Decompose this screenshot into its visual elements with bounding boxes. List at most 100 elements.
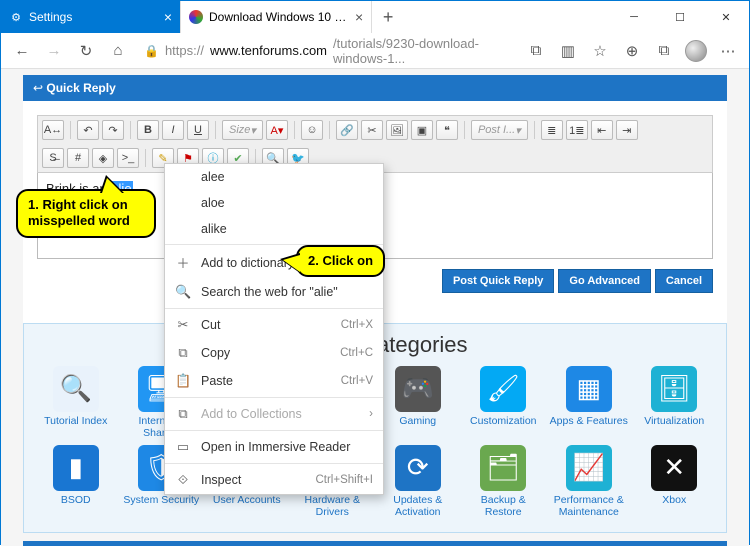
olist-icon[interactable]: 1≣ — [566, 120, 588, 140]
url-field[interactable]: 🔒 https://www.tenforums.com/tutorials/92… — [135, 37, 519, 65]
font-color-button[interactable]: A▾ — [266, 120, 288, 140]
video-icon[interactable]: ▣ — [411, 120, 433, 140]
go-advanced-button[interactable]: Go Advanced — [558, 269, 651, 293]
category-item[interactable]: 🖌Customization — [464, 366, 544, 439]
tab-settings[interactable]: ⚙ Settings × — [1, 1, 181, 33]
url-domain: www.tenforums.com — [210, 43, 327, 58]
category-icon: ✕ — [651, 445, 697, 491]
redo-icon[interactable]: ↷ — [102, 120, 124, 140]
category-label: Xbox — [662, 494, 686, 506]
lt-icon[interactable]: >_ — [117, 148, 139, 168]
category-label: Tutorial Index — [44, 415, 107, 427]
translate-icon[interactable]: ⧉ — [521, 36, 551, 66]
outdent-icon[interactable]: ⇤ — [591, 120, 613, 140]
new-tab-button[interactable]: + — [372, 1, 404, 33]
spell-suggestion[interactable]: alee — [165, 164, 383, 190]
post-quick-reply-button[interactable]: Post Quick Reply — [442, 269, 554, 293]
cut-icon: ✂ — [175, 317, 191, 333]
category-label: System Security — [123, 494, 199, 506]
avatar-icon — [685, 40, 707, 62]
search-web[interactable]: 🔍Search the web for "alie" — [165, 278, 383, 306]
post-icons-select[interactable]: Post I... ▾ — [471, 120, 528, 140]
category-label: Hardware & Drivers — [293, 494, 373, 518]
annotation-callout-2: 2. Click on — [296, 245, 385, 277]
maximize-button[interactable]: ☐ — [657, 1, 703, 33]
close-icon[interactable]: × — [355, 9, 363, 25]
search-icon: 🔍 — [175, 284, 191, 300]
link-icon[interactable]: 🔗 — [336, 120, 358, 140]
window-controls: ─ ☐ ✕ — [611, 1, 749, 33]
back-button[interactable]: ← — [7, 36, 37, 66]
tab-tenforums[interactable]: Download Windows 10 ISO File × — [181, 1, 372, 33]
copy-icon: ⧉ — [175, 345, 191, 361]
tab-strip: ⚙ Settings × Download Windows 10 ISO Fil… — [1, 1, 611, 33]
category-label: Updates & Activation — [378, 494, 458, 518]
tab-label: Settings — [29, 10, 72, 24]
copy[interactable]: ⧉CopyCtrl+C — [165, 339, 383, 367]
favorite-button[interactable]: ☆ — [585, 36, 615, 66]
minimize-button[interactable]: ─ — [611, 1, 657, 33]
immersive-reader[interactable]: ▭Open in Immersive Reader — [165, 433, 383, 461]
cancel-button[interactable]: Cancel — [655, 269, 713, 293]
spell-suggestion[interactable]: aloe — [165, 190, 383, 216]
paste-icon: 📋 — [175, 373, 191, 389]
category-item[interactable]: 🗂Backup & Restore — [464, 445, 544, 518]
paste[interactable]: 📋PasteCtrl+V — [165, 367, 383, 395]
close-window-button[interactable]: ✕ — [703, 1, 749, 33]
thread-info-header: Thread Information — [23, 541, 727, 546]
url-path: /tutorials/9230-download-windows-1... — [333, 36, 510, 66]
list-icon[interactable]: ≣ — [541, 120, 563, 140]
image-icon[interactable]: 🖼 — [386, 120, 408, 140]
category-icon: ⟳ — [395, 445, 441, 491]
close-icon[interactable]: × — [164, 9, 172, 25]
unlink-icon[interactable]: ✂ — [361, 120, 383, 140]
diamond-icon[interactable]: ◈ — [92, 148, 114, 168]
smiley-icon[interactable]: ☺ — [301, 120, 323, 140]
spell-suggestion[interactable]: alike — [165, 216, 383, 242]
strike-icon[interactable]: S̶ — [42, 148, 64, 168]
forward-button[interactable]: → — [39, 36, 69, 66]
underline-button[interactable]: U — [187, 120, 209, 140]
annotation-callout-1: 1. Right click on misspelled word — [16, 189, 156, 238]
refresh-button[interactable]: ↻ — [71, 36, 101, 66]
category-item[interactable]: ▦Apps & Features — [549, 366, 629, 439]
category-label: Gaming — [399, 415, 436, 427]
site-favicon-icon — [189, 10, 203, 24]
italic-button[interactable]: I — [162, 120, 184, 140]
switch-editor-icon[interactable]: A↔ — [42, 120, 64, 140]
home-button[interactable]: ⌂ — [103, 36, 133, 66]
category-item[interactable]: ⟳ Updates & Activation — [378, 445, 458, 518]
undo-icon[interactable]: ↶ — [77, 120, 99, 140]
category-item[interactable]: ✕ Xbox — [635, 445, 715, 518]
hash-icon[interactable]: # — [67, 148, 89, 168]
category-item[interactable]: ▮ BSOD — [36, 445, 116, 518]
add-to-collections[interactable]: ⧉Add to Collections› — [165, 400, 383, 428]
inspect-icon: ⟐ — [175, 472, 191, 488]
menu-button[interactable]: ⋯ — [713, 36, 743, 66]
category-label: Customization — [470, 415, 537, 427]
category-icon: 🗄 — [651, 366, 697, 412]
plus-icon: ＋ — [175, 253, 191, 272]
category-label: BSOD — [61, 494, 91, 506]
category-label: Virtualization — [644, 415, 704, 427]
category-item[interactable]: 📈Performance & Maintenance — [549, 445, 629, 518]
profile-button[interactable] — [681, 36, 711, 66]
bold-button[interactable]: B — [137, 120, 159, 140]
category-label: Performance & Maintenance — [549, 494, 629, 518]
cut[interactable]: ✂CutCtrl+X — [165, 311, 383, 339]
collections-icon: ⧉ — [175, 406, 191, 422]
category-item[interactable]: 🗄 Virtualization — [635, 366, 715, 439]
indent-icon[interactable]: ⇥ — [616, 120, 638, 140]
inspect[interactable]: ⟐InspectCtrl+Shift+I — [165, 466, 383, 494]
category-icon: ▮ — [53, 445, 99, 491]
quote-icon[interactable]: ❝ — [436, 120, 458, 140]
favorites-bar-button[interactable]: ⊕ — [617, 36, 647, 66]
category-item[interactable]: 🎮 Gaming — [378, 366, 458, 439]
category-item[interactable]: 🔍 Tutorial Index — [36, 366, 116, 439]
reader-icon[interactable]: ▥ — [553, 36, 583, 66]
collections-button[interactable]: ⧉ — [649, 36, 679, 66]
size-select[interactable]: Size ▾ — [222, 120, 263, 140]
category-icon: 🔍 — [53, 366, 99, 412]
tab-label: Download Windows 10 ISO File — [209, 10, 349, 24]
category-icon: 🎮 — [395, 366, 441, 412]
